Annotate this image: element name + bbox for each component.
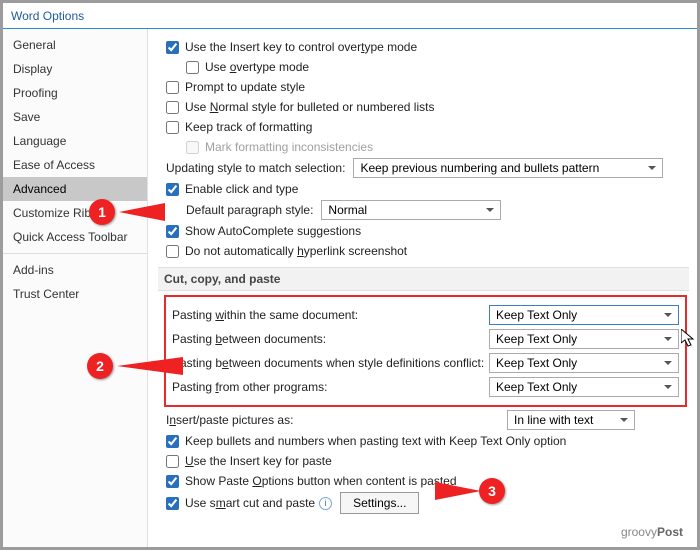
chk-autocomplete[interactable] <box>166 225 179 238</box>
sidebar-item-ease-of-access[interactable]: Ease of Access <box>3 153 147 177</box>
cursor-icon <box>681 329 695 349</box>
sidebar-item-display[interactable]: Display <box>3 57 147 81</box>
chk-no-hyperlink-screenshot[interactable] <box>166 245 179 258</box>
lbl-show-paste-options: Show Paste Options button when content i… <box>185 474 457 488</box>
lbl-default-paragraph: Default paragraph style: <box>186 203 313 217</box>
lbl-paste-within: Pasting within the same document: <box>172 308 489 322</box>
lbl-insert-key-overtype: Use the Insert key to control overtype m… <box>185 40 417 54</box>
select-paste-other[interactable]: Keep Text Only <box>489 377 679 397</box>
sidebar-item-general[interactable]: General <box>3 33 147 57</box>
lbl-enable-click-type: Enable click and type <box>185 182 298 196</box>
main-panel: Use the Insert key to control overtype m… <box>148 29 697 547</box>
select-paste-within[interactable]: Keep Text Only <box>489 305 679 325</box>
chk-prompt-update-style[interactable] <box>166 81 179 94</box>
sidebar-item-quick-access[interactable]: Quick Access Toolbar <box>3 225 147 249</box>
lbl-keep-bullets: Keep bullets and numbers when pasting te… <box>185 434 566 448</box>
lbl-insert-key-paste: Use the Insert key for paste <box>185 454 332 468</box>
lbl-autocomplete: Show AutoComplete suggestions <box>185 224 361 238</box>
lbl-insert-pictures: Insert/paste pictures as: <box>166 413 293 427</box>
titlebar: Word Options <box>3 3 697 29</box>
chk-keep-bullets[interactable] <box>166 435 179 448</box>
chk-smart-cut-paste[interactable] <box>166 497 179 510</box>
select-paste-conflict[interactable]: Keep Text Only <box>489 353 679 373</box>
sidebar-item-customize-ribbon[interactable]: Customize Ribbon <box>3 201 147 225</box>
chk-use-overtype[interactable] <box>186 61 199 74</box>
info-icon[interactable]: i <box>319 497 332 510</box>
lbl-keep-track-formatting: Keep track of formatting <box>185 120 312 134</box>
lbl-paste-other: Pasting from other programs: <box>172 380 489 394</box>
sidebar-item-trust-center[interactable]: Trust Center <box>3 282 147 306</box>
watermark: groovyPost <box>621 520 683 541</box>
sidebar: General Display Proofing Save Language E… <box>3 29 148 547</box>
chk-insert-key-overtype[interactable] <box>166 41 179 54</box>
sidebar-item-add-ins[interactable]: Add-ins <box>3 258 147 282</box>
lbl-paste-conflict: Pasting between documents when style def… <box>172 356 489 370</box>
paste-options-block: Pasting within the same document:Keep Te… <box>164 295 687 407</box>
chk-mark-inconsistencies <box>186 141 199 154</box>
select-updating-style[interactable]: Keep previous numbering and bullets patt… <box>353 158 663 178</box>
chk-enable-click-type[interactable] <box>166 183 179 196</box>
lbl-use-overtype: Use overtype mode <box>205 60 309 74</box>
lbl-updating-style: Updating style to match selection: <box>166 161 345 175</box>
section-cut-copy-paste: Cut, copy, and paste <box>158 267 689 291</box>
lbl-no-hyperlink-screenshot: Do not automatically hyperlink screensho… <box>185 244 407 258</box>
sidebar-item-language[interactable]: Language <box>3 129 147 153</box>
select-default-paragraph[interactable]: Normal <box>321 200 501 220</box>
lbl-smart-cut-paste: Use smart cut and paste <box>185 496 315 510</box>
chk-normal-style-lists[interactable] <box>166 101 179 114</box>
lbl-prompt-update-style: Prompt to update style <box>185 80 305 94</box>
lbl-paste-between: Pasting between documents: <box>172 332 489 346</box>
lbl-mark-inconsistencies: Mark formatting inconsistencies <box>205 140 373 154</box>
chk-show-paste-options[interactable] <box>166 475 179 488</box>
sidebar-item-proofing[interactable]: Proofing <box>3 81 147 105</box>
chk-keep-track-formatting[interactable] <box>166 121 179 134</box>
select-insert-pictures[interactable]: In line with text <box>507 410 635 430</box>
settings-button[interactable]: Settings... <box>340 492 419 514</box>
chk-insert-key-paste[interactable] <box>166 455 179 468</box>
sidebar-item-advanced[interactable]: Advanced <box>3 177 147 201</box>
sidebar-item-save[interactable]: Save <box>3 105 147 129</box>
lbl-normal-style-lists: Use Normal style for bulleted or numbere… <box>185 100 434 114</box>
select-paste-between[interactable]: Keep Text Only <box>489 329 679 349</box>
